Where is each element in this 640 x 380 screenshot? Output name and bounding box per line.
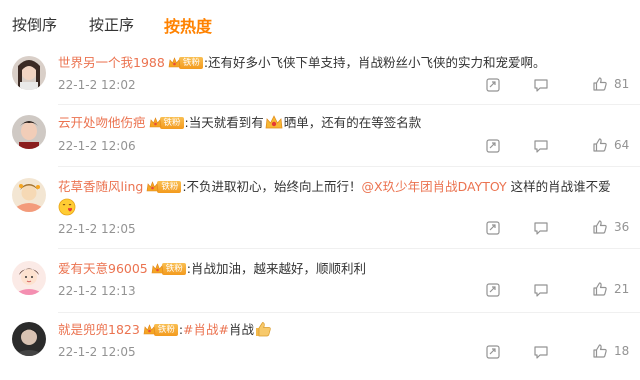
comment-text: 肖战 (229, 322, 255, 337)
avatar[interactable] (12, 322, 46, 356)
sort-tab-ascending[interactable]: 按正序 (89, 14, 134, 35)
kiss-emoji-icon (58, 198, 76, 220)
comment-username[interactable]: 就是兜兜1823 (58, 322, 140, 337)
comment-username[interactable]: 世界另一个我1988 (58, 55, 165, 70)
comment-text: :不负进取初心，始终向上而行！ (182, 179, 362, 194)
thumbs-up-icon (593, 138, 607, 152)
share-icon (486, 78, 500, 92)
comment-icon (534, 284, 548, 297)
sort-bar: 按倒序 按正序 按热度 (0, 0, 640, 40)
fan-badge-label: 铁粉 (161, 263, 186, 275)
thumbs-up-icon (593, 77, 607, 91)
share-button[interactable] (485, 282, 501, 298)
divider (58, 166, 640, 167)
reply-button[interactable] (533, 282, 549, 298)
fan-badge-label: 铁粉 (159, 117, 184, 129)
comment-username[interactable]: 花草香随风ling (58, 179, 143, 194)
share-icon (486, 283, 500, 297)
share-icon (486, 345, 500, 359)
avatar[interactable] (12, 178, 46, 212)
avatar[interactable] (12, 56, 46, 90)
like-count: 18 (614, 344, 630, 358)
thumbs-up-icon (593, 220, 607, 234)
sort-tab-descending[interactable]: 按倒序 (12, 14, 57, 35)
fan-emoji-icon (264, 114, 284, 135)
share-button[interactable] (485, 138, 501, 154)
comment-text-line: 就是兜兜1823 铁粉:#肖战#肖战 (58, 321, 272, 342)
mention-link[interactable]: @X玖少年团肖战DAYTOY (362, 179, 507, 194)
comment-text-line: 爱有天意96005 铁粉:肖战加油，越来越好，顺顺利利 (58, 260, 366, 278)
comment-icon (534, 79, 548, 92)
like-button[interactable]: 64 (592, 137, 629, 153)
like-button[interactable]: 21 (592, 281, 629, 297)
like-count: 64 (614, 138, 630, 152)
like-button[interactable]: 36 (592, 219, 629, 235)
like-button[interactable]: 81 (592, 76, 629, 92)
share-icon (486, 139, 500, 153)
comment-username[interactable]: 云开处吻他伤疤 (58, 115, 146, 130)
comment-time: 22-1-2 12:05 (58, 345, 136, 359)
fan-badge-label: 铁粉 (178, 57, 203, 69)
fan-badge: 铁粉 (168, 56, 203, 70)
comment-icon (534, 140, 548, 153)
comment-text-line: 花草香随风ling 铁粉:不负进取初心，始终向上而行！@X玖少年团肖战DAYTOY… (58, 178, 611, 196)
avatar[interactable] (12, 261, 46, 295)
divider (58, 104, 640, 105)
sort-tab-hot[interactable]: 按热度 (164, 13, 212, 37)
comment-time: 22-1-2 12:06 (58, 139, 136, 153)
reply-button[interactable] (533, 77, 549, 93)
divider (58, 312, 640, 313)
comment-time: 22-1-2 12:13 (58, 284, 136, 298)
comment-text: :当天就看到有 (184, 115, 264, 130)
comment-text: :肖战加油，越来越好，顺顺利利 (186, 261, 366, 276)
crown-icon (151, 263, 164, 274)
hashtag-link[interactable]: #肖战# (183, 322, 229, 337)
comment-text: 这样的肖战谁不爱 (506, 179, 611, 194)
comment-icon (534, 222, 548, 235)
thumbs-up-icon (593, 282, 607, 296)
share-button[interactable] (485, 220, 501, 236)
fan-badge: 铁粉 (143, 323, 178, 337)
reply-button[interactable] (533, 344, 549, 360)
divider (58, 248, 640, 249)
crown-icon (143, 324, 156, 335)
reply-button[interactable] (533, 138, 549, 154)
crown-icon (149, 117, 161, 128)
comment-text-line: 云开处吻他伤疤 铁粉:当天就看到有 晒单，还有的在等签名款 (58, 114, 421, 135)
like-count: 21 (614, 282, 630, 296)
comment-text-line: 世界另一个我1988 铁粉:还有好多小飞侠下单支持，肖战粉丝小飞侠的实力和宠爱啊。 (58, 54, 546, 72)
like-button[interactable]: 18 (592, 343, 629, 359)
share-icon (486, 221, 500, 235)
comment-time: 22-1-2 12:02 (58, 78, 136, 92)
share-button[interactable] (485, 77, 501, 93)
comment-text: 晒单，还有的在等签名款 (283, 115, 422, 130)
reply-button[interactable] (533, 220, 549, 236)
like-count: 81 (614, 77, 630, 91)
fan-badge: 铁粉 (149, 116, 184, 130)
comment-username[interactable]: 爱有天意96005 (58, 261, 148, 276)
thumbs-up-emoji-icon (254, 321, 272, 342)
fan-badge-label: 铁粉 (157, 181, 182, 193)
fan-badge-label: 铁粉 (153, 324, 178, 336)
thumbs-up-icon (593, 344, 607, 358)
comment-time: 22-1-2 12:05 (58, 222, 136, 236)
crown-icon (146, 181, 159, 192)
fan-badge: 铁粉 (151, 262, 186, 276)
like-count: 36 (614, 220, 630, 234)
comment-text: :还有好多小飞侠下单支持，肖战粉丝小飞侠的实力和宠爱啊。 (203, 55, 546, 70)
avatar[interactable] (12, 115, 46, 149)
crown-icon (168, 57, 181, 68)
share-button[interactable] (485, 344, 501, 360)
comment-icon (534, 346, 548, 359)
fan-badge: 铁粉 (146, 180, 182, 194)
